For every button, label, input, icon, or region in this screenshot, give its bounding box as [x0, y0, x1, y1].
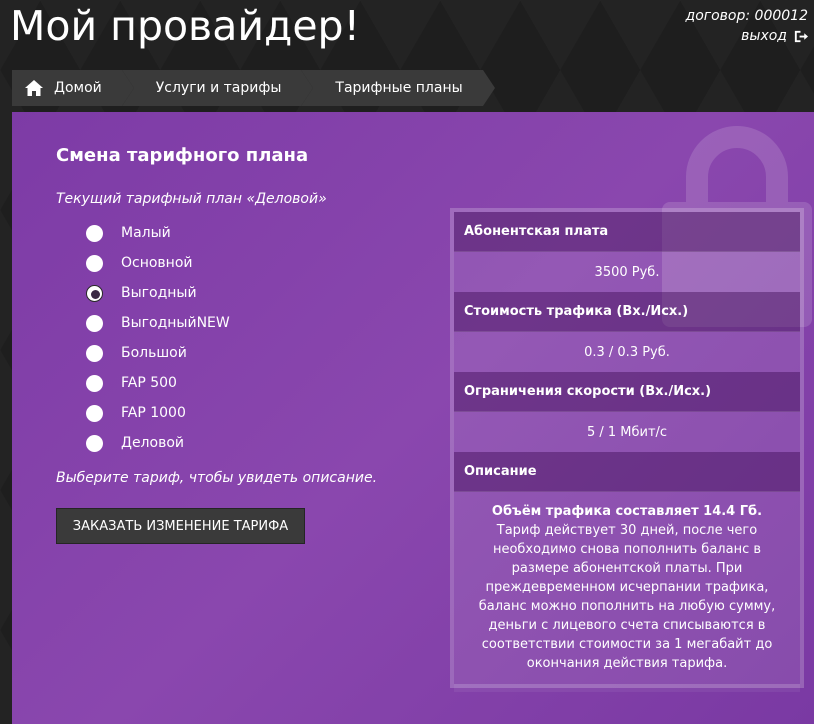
- plan-label: FAP 1000: [121, 405, 186, 421]
- radio-button[interactable]: [86, 224, 103, 242]
- plan-option-vygodnyy[interactable]: Выгодный: [86, 278, 230, 308]
- tariff-info-table: Абонентская плата 3500 Руб. Стоимость тр…: [450, 208, 804, 692]
- home-icon: [25, 80, 43, 96]
- speed-value: 5 / 1 Мбит/с: [454, 412, 800, 452]
- logout-link[interactable]: выход: [741, 26, 808, 46]
- order-tariff-change-button[interactable]: ЗАКАЗАТЬ ИЗМЕНЕНИЕ ТАРИФА: [56, 508, 305, 544]
- plan-radio-group: Малый Основной Выгодный ВыгодныйNEW Боль…: [86, 218, 230, 458]
- plan-label: FAP 500: [121, 375, 177, 391]
- plan-option-malyy[interactable]: Малый: [86, 218, 230, 248]
- breadcrumb: Домой Услуги и тарифы Тарифные планы: [12, 70, 495, 106]
- speed-header: Ограничения скорости (Вх./Исх.): [454, 372, 800, 412]
- radio-button[interactable]: [86, 374, 103, 392]
- plan-option-bolshoy[interactable]: Большой: [86, 338, 230, 368]
- breadcrumb-tariff-plans[interactable]: Тарифные планы: [301, 70, 495, 106]
- radio-button[interactable]: [86, 344, 103, 362]
- breadcrumb-tariff-plans-label: Тарифные планы: [335, 80, 463, 96]
- panel-title: Смена тарифного плана: [56, 145, 309, 166]
- account-info: договор: 000012 выход: [686, 6, 808, 46]
- plan-label: Основной: [121, 255, 193, 271]
- fee-value: 3500 Руб.: [454, 252, 800, 292]
- radio-button[interactable]: [86, 404, 103, 422]
- plan-option-delovoy[interactable]: Деловой: [86, 428, 230, 458]
- breadcrumb-home-label: Домой: [54, 80, 102, 96]
- description-text: Объём трафика составляет 14.4 Гб. Тариф …: [454, 492, 800, 692]
- plan-option-vygodnyy-new[interactable]: ВыгодныйNEW: [86, 308, 230, 338]
- plan-option-fap-1000[interactable]: FAP 1000: [86, 398, 230, 428]
- plan-option-osnovnoy[interactable]: Основной: [86, 248, 230, 278]
- plan-label: Большой: [121, 345, 187, 361]
- radio-button-selected[interactable]: [86, 284, 103, 302]
- traffic-header: Стоимость трафика (Вх./Исх.): [454, 292, 800, 332]
- site-title: Мой провайдер!: [10, 2, 361, 50]
- plan-option-fap-500[interactable]: FAP 500: [86, 368, 230, 398]
- select-hint: Выберите тариф, чтобы увидеть описание.: [56, 470, 378, 486]
- breadcrumb-home[interactable]: Домой: [12, 70, 134, 106]
- description-body: Тариф действует 30 дней, после чего необ…: [478, 523, 776, 671]
- breadcrumb-services-label: Услуги и тарифы: [155, 80, 282, 96]
- radio-button[interactable]: [86, 254, 103, 272]
- description-header: Описание: [454, 452, 800, 492]
- sign-out-icon: [794, 30, 808, 42]
- contract-number: договор: 000012: [685, 8, 808, 24]
- logout-label: выход: [741, 28, 787, 44]
- plan-label: Деловой: [121, 435, 184, 451]
- fee-header: Абонентская плата: [454, 212, 800, 252]
- radio-button[interactable]: [86, 314, 103, 332]
- breadcrumb-services[interactable]: Услуги и тарифы: [121, 70, 314, 106]
- current-plan-text: Текущий тарифный план «Деловой»: [56, 191, 327, 207]
- plan-label: ВыгодныйNEW: [121, 315, 230, 331]
- description-bold: Объём трафика составляет 14.4 Гб.: [491, 504, 763, 519]
- radio-button[interactable]: [86, 434, 103, 452]
- tariff-change-panel: Смена тарифного плана Текущий тарифный п…: [12, 112, 814, 724]
- plan-label: Малый: [121, 225, 171, 241]
- plan-label: Выгодный: [121, 285, 197, 301]
- traffic-value: 0.3 / 0.3 Руб.: [454, 332, 800, 372]
